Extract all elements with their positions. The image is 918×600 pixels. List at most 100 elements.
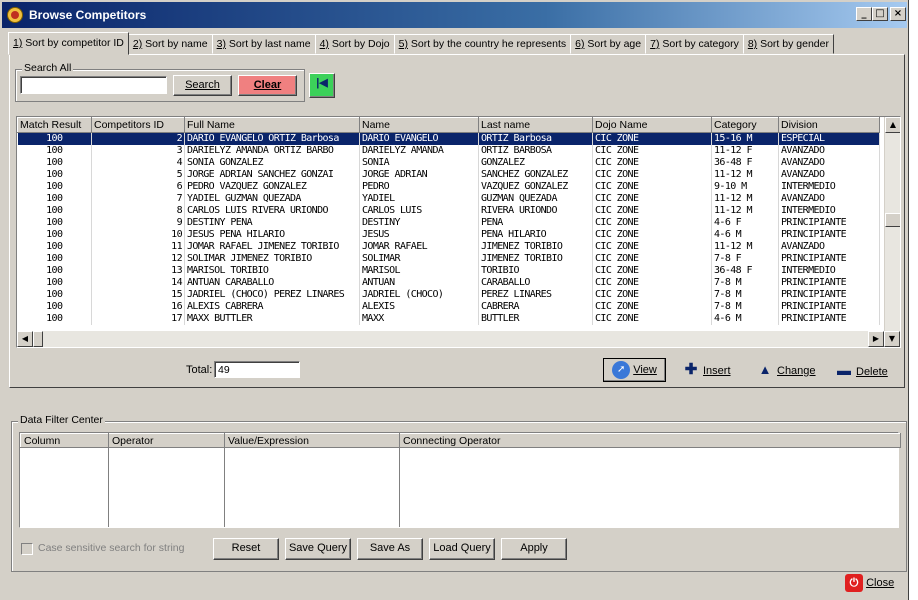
grid-horizontal-scrollbar[interactable]: ◀ ▶	[17, 331, 884, 347]
filter-header-row: Column Operator Value/Expression Connect…	[20, 433, 901, 448]
clear-button[interactable]: Clear	[238, 75, 297, 96]
col-division[interactable]: Division	[778, 117, 880, 133]
window-title: Browse Competitors	[29, 8, 147, 22]
scroll-thumb[interactable]	[885, 213, 900, 227]
table-cell: CABRERA	[478, 300, 593, 313]
table-row[interactable]: 100 14 ANTUAN CARABALLO ANTUAN CARABALLO CIC …	[17, 276, 880, 289]
change-button[interactable]: ▲ Change	[757, 359, 816, 381]
clear-button-label: Clear	[253, 79, 282, 91]
grid-vertical-scrollbar[interactable]: ▲	[884, 117, 900, 331]
filter-col-column: Column	[20, 433, 109, 448]
table-cell: CARABALLO	[478, 276, 593, 289]
table-row[interactable]: 100 8 CARLOS LUIS RIVERA URIONDO CARLOS LUI…	[17, 204, 880, 217]
table-row[interactable]: 100 17 MAXX BUTTLER MAXX BUTTLER CIC ZONE 4-6 …	[17, 312, 880, 325]
first-record-button[interactable]: |◀	[309, 73, 335, 98]
insert-label: Insert	[703, 365, 731, 377]
table-row[interactable]: 100 6 PEDRO VAZQUEZ GONZALEZ PEDRO VAZQUEZ G…	[17, 180, 880, 193]
search-input[interactable]	[20, 76, 167, 94]
table-cell: 100	[17, 228, 92, 241]
table-cell: 11-12 M	[711, 168, 779, 181]
tab-sort-by-name[interactable]: 2) Sort by name	[127, 34, 213, 54]
table-row[interactable]: 100 15 JADRIEL (CHOCO) PEREZ LINARES JADRIE…	[17, 288, 880, 301]
title-bar[interactable]: Browse Competitors _ □ ×	[2, 2, 907, 28]
table-cell: JESUS	[359, 228, 479, 241]
table-cell: PRINCIPIANTE	[778, 300, 880, 313]
search-button[interactable]: Search	[173, 75, 232, 96]
scroll-left-icon[interactable]: ◀	[17, 331, 33, 347]
table-row[interactable]: 100 16 ALEXIS CABRERA ALEXIS CABRERA CIC ZONE…	[17, 300, 880, 313]
table-cell: PEREZ LINARES	[478, 288, 593, 301]
table-cell: DESTINY PENA	[184, 216, 360, 229]
filter-empty-row[interactable]	[20, 447, 901, 527]
col-category[interactable]: Category	[711, 117, 779, 133]
tab-sort-by-dojo[interactable]: 4) Sort by Dojo	[314, 34, 395, 54]
table-cell: ANTUAN	[359, 276, 479, 289]
table-row[interactable]: 100 13 MARISOL TORIBIO MARISOL TORIBIO CIC ZO…	[17, 264, 880, 277]
table-cell: ANTUAN CARABALLO	[184, 276, 360, 289]
case-sensitive-checkbox[interactable]	[21, 543, 33, 555]
col-name[interactable]: Name	[359, 117, 479, 133]
table-row[interactable]: 100 12 SOLIMAR JIMENEZ TORIBIO SOLIMAR JIMEN…	[17, 252, 880, 265]
filter-col-value: Value/Expression	[224, 433, 400, 448]
tab-sort-by-last-name[interactable]: 3) Sort by last name	[211, 34, 316, 54]
table-cell: PENA	[478, 216, 593, 229]
table-cell: 100	[17, 252, 92, 265]
table-cell: CIC ZONE	[592, 252, 712, 265]
close-window-button[interactable]: ×	[890, 7, 906, 21]
competitors-grid[interactable]: Match Result Competitors ID Full Name Na…	[16, 116, 901, 348]
delete-button[interactable]: ▬ Delete	[836, 359, 888, 381]
table-row[interactable]: 100 2 DARIO EVANGELO ORTIZ Barbosa DARIO EV…	[17, 132, 880, 145]
minimize-button[interactable]: _	[856, 7, 872, 21]
table-cell: 100	[17, 168, 92, 181]
table-row[interactable]: 100 10 JESUS PENA HILARIO JESUS PENA HILARIO…	[17, 228, 880, 241]
reset-button[interactable]: Reset	[213, 538, 279, 560]
table-cell: 100	[17, 132, 92, 145]
table-cell: DARIELYZ AMANDA ORTIZ BARBO	[184, 144, 360, 157]
table-row[interactable]: 100 11 JOMAR RAFAEL JIMENEZ TORIBIO JOMAR R…	[17, 240, 880, 253]
table-cell: JIMENEZ TORIBIO	[478, 252, 593, 265]
save-query-button[interactable]: Save Query	[285, 538, 351, 560]
competitors-table: Match Result Competitors ID Full Name Na…	[17, 117, 880, 325]
table-cell: 3	[91, 144, 185, 157]
tab-sort-by-age[interactable]: 6) Sort by age	[570, 34, 647, 54]
table-cell: ORTIZ BARBOSA	[478, 144, 593, 157]
apply-button[interactable]: Apply	[501, 538, 567, 560]
table-cell: 16	[91, 300, 185, 313]
table-row[interactable]: 100 9 DESTINY PENA DESTINY PENA CIC ZONE 4-6 F…	[17, 216, 880, 229]
table-cell: CIC ZONE	[592, 168, 712, 181]
col-dojo-name[interactable]: Dojo Name	[592, 117, 712, 133]
scroll-right-icon[interactable]: ▶	[868, 331, 884, 347]
h-scroll-thumb[interactable]	[33, 331, 43, 347]
table-row[interactable]: 100 5 JORGE ADRIAN SANCHEZ GONZAI JORGE ADR…	[17, 168, 880, 181]
close-button[interactable]: ⏻ Close	[845, 573, 894, 593]
col-full-name[interactable]: Full Name	[184, 117, 360, 133]
tab-sort-by-category[interactable]: 7) Sort by category	[645, 34, 744, 54]
filter-grid[interactable]: Column Operator Value/Expression Connect…	[19, 432, 901, 528]
view-cursor-icon: ➚	[612, 361, 631, 380]
col-competitors-id[interactable]: Competitors ID	[91, 117, 185, 133]
table-row[interactable]: 100 7 YADIEL GUZMAN QUEZADA YADIEL GUZMAN QU…	[17, 192, 880, 205]
table-cell: MARISOL TORIBIO	[184, 264, 360, 277]
tab-sort-by-gender[interactable]: 8) Sort by gender	[742, 34, 834, 54]
col-last-name[interactable]: Last name	[478, 117, 593, 133]
table-row[interactable]: 100 4 SONIA GONZALEZ SONIA GONZALEZ CIC ZONE 3…	[17, 156, 880, 169]
table-cell: 100	[17, 204, 92, 217]
tab-sort-by-country[interactable]: 5) Sort by the country he represents	[393, 34, 572, 54]
table-cell: 100	[17, 264, 92, 277]
save-as-button[interactable]: Save As	[357, 538, 423, 560]
col-match-result[interactable]: Match Result	[17, 117, 92, 133]
tab-sort-by-competitor-id[interactable]: 1) Sort by competitor ID	[8, 32, 129, 55]
table-cell: MAXX	[359, 312, 479, 325]
table-row[interactable]: 100 3 DARIELYZ AMANDA ORTIZ BARBO DARIELYZ …	[17, 144, 880, 157]
table-cell: 9	[91, 216, 185, 229]
view-button[interactable]: ➚ View	[603, 358, 666, 382]
table-cell: PRINCIPIANTE	[778, 312, 880, 325]
table-cell: SONIA GONZALEZ	[184, 156, 360, 169]
scroll-up-icon[interactable]: ▲	[885, 117, 900, 133]
insert-button[interactable]: ✚ Insert	[683, 359, 731, 381]
case-sensitive-label: Case sensitive search for string	[38, 542, 185, 554]
triangle-icon: ▲	[758, 362, 772, 377]
maximize-button[interactable]: □	[872, 7, 888, 21]
scroll-down-icon[interactable]: ▼	[884, 331, 900, 347]
load-query-button[interactable]: Load Query	[429, 538, 495, 560]
